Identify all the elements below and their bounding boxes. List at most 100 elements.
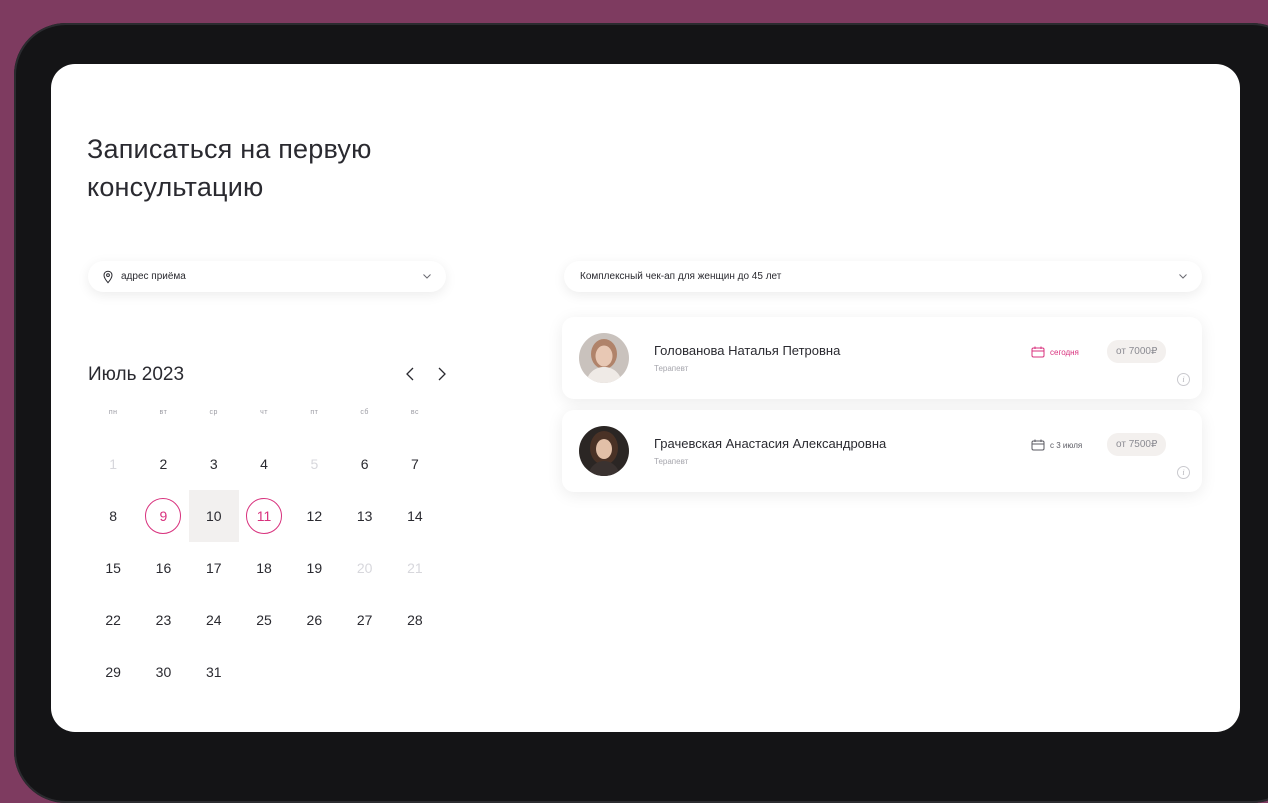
calendar-month-label: Июль 2023 [88,364,185,385]
calendar-day[interactable]: 19 [289,542,339,594]
calendar-day-number: 22 [105,612,121,628]
service-select-label: Комплексный чек-ап для женщин до 45 лет [580,271,782,282]
calendar-day-number: 8 [109,508,118,524]
calendar-prev-button[interactable] [403,364,417,384]
weekday-label: чт [260,409,268,416]
doctor-role: Терапевт [654,457,689,466]
calendar-day[interactable]: 16 [138,542,188,594]
calendar-day[interactable]: 3 [189,438,239,490]
calendar-day[interactable]: 26 [289,594,339,646]
calendar-day[interactable]: 15 [88,542,138,594]
calendar-day[interactable]: 13 [339,490,389,542]
doctor-card[interactable]: Голованова Наталья Петровна Терапевт сег… [562,317,1202,399]
calendar-day[interactable]: 12 [289,490,339,542]
calendar-day[interactable]: 28 [390,594,440,646]
calendar-day: 1 [88,438,138,490]
doctor-name: Голованова Наталья Петровна [654,343,841,358]
calendar-day-number: 29 [105,664,121,680]
calendar-day-number: 21 [407,560,423,576]
calendar-day[interactable]: 25 [239,594,289,646]
calendar-day[interactable]: 7 [390,438,440,490]
calendar-day: 21 [390,542,440,594]
availability: сегодня [1031,346,1079,358]
calendar-day-number: 24 [205,612,222,628]
calendar-day[interactable]: 17 [189,542,239,594]
calendar-day[interactable]: 4 [239,438,289,490]
calendar-day[interactable]: 22 [88,594,138,646]
calendar-day-number: 14 [407,508,423,524]
calendar-day[interactable]: 11 [239,490,289,542]
calendar-day-number: 26 [306,612,323,628]
calendar-day-number: 23 [155,612,172,628]
calendar-icon [1031,439,1045,451]
price-badge: от 7000₽ [1107,340,1167,363]
calendar-day-number: 12 [306,508,323,524]
address-select-label: адрес приёма [121,271,186,282]
weekday-label: ср [209,409,218,416]
calendar-day-number: 6 [360,456,369,472]
calendar-day-number: 1 [109,456,118,472]
availability-label: сегодня [1050,347,1079,357]
calendar-day-number: 19 [306,560,323,576]
calendar-day-number: 10 [205,508,222,524]
service-select[interactable]: Комплексный чек-ап для женщин до 45 лет [564,261,1202,292]
calendar: пн вт ср чт пт сб вс 1 2 3 4 5 6 7 8 9 10 11 12 13 14… [88,409,440,698]
calendar-day-number: 27 [356,612,373,628]
calendar-day-number: 11 [256,508,272,524]
calendar-day[interactable]: 2 [138,438,188,490]
calendar-day-number: 2 [159,456,168,472]
avatar [579,426,629,476]
page-title: Записаться на первую консультацию [87,134,372,202]
calendar-day-number: 31 [205,664,222,680]
chevron-down-icon [1179,274,1187,279]
calendar-day-number: 9 [159,508,168,524]
calendar-day: 5 [289,438,339,490]
calendar-day[interactable]: 10 [188,490,239,542]
calendar-day-number: 4 [260,456,268,472]
calendar-icon [1031,346,1045,358]
calendar-day[interactable]: 6 [339,438,389,490]
calendar-day[interactable]: 29 [88,646,138,698]
calendar-day[interactable]: 24 [189,594,239,646]
availability-label: с 3 июля [1050,440,1083,450]
calendar-weekdays: пн вт ср чт пт сб вс [88,409,440,416]
calendar-day[interactable]: 8 [88,490,138,542]
calendar-day-number: 17 [205,560,222,576]
calendar-day-number: 25 [256,612,272,628]
calendar-day[interactable]: 30 [138,646,188,698]
calendar-day[interactable]: 23 [138,594,188,646]
calendar-day-number: 30 [155,664,172,680]
calendar-day: 20 [339,542,389,594]
avatar [579,333,629,383]
info-icon[interactable]: i [1177,373,1190,386]
calendar-day-number: 5 [310,456,319,472]
calendar-day[interactable]: 31 [189,646,239,698]
availability: с 3 июля [1031,439,1082,451]
calendar-day-number: 7 [411,456,419,472]
location-pin-icon [103,270,113,283]
calendar-next-button[interactable] [435,364,449,384]
weekday-label: пн [108,409,118,416]
doctor-role: Терапевт [654,364,689,373]
doctor-card[interactable]: Грачевская Анастасия Александровна Терап… [562,410,1202,492]
calendar-day-number: 16 [155,560,172,576]
calendar-day[interactable]: 18 [239,542,289,594]
booking-screen: Записаться на первую консультацию адрес … [51,64,1240,732]
calendar-day-number: 18 [256,560,272,576]
calendar-day-number: 28 [407,612,423,628]
calendar-day-number: 13 [356,508,373,524]
doctor-name: Грачевская Анастасия Александровна [654,436,887,451]
calendar-day-number: 20 [356,560,373,576]
calendar-day[interactable]: 27 [339,594,389,646]
calendar-day-number: 15 [105,560,121,576]
calendar-day-number: 3 [209,456,218,472]
info-icon[interactable]: i [1177,466,1190,479]
calendar-day[interactable]: 9 [138,490,188,542]
weekday-label: пт [310,409,319,416]
calendar-days-grid: 1 2 3 4 5 6 7 8 9 10 11 12 13 14 15 16 17 18 19 20 21 22 23 24 2… [88,438,440,698]
weekday-label: сб [360,409,369,416]
address-select[interactable]: адрес приёма [88,261,446,292]
calendar-day[interactable]: 14 [390,490,440,542]
weekday-label: вт [159,409,168,416]
weekday-label: вс [410,409,419,416]
